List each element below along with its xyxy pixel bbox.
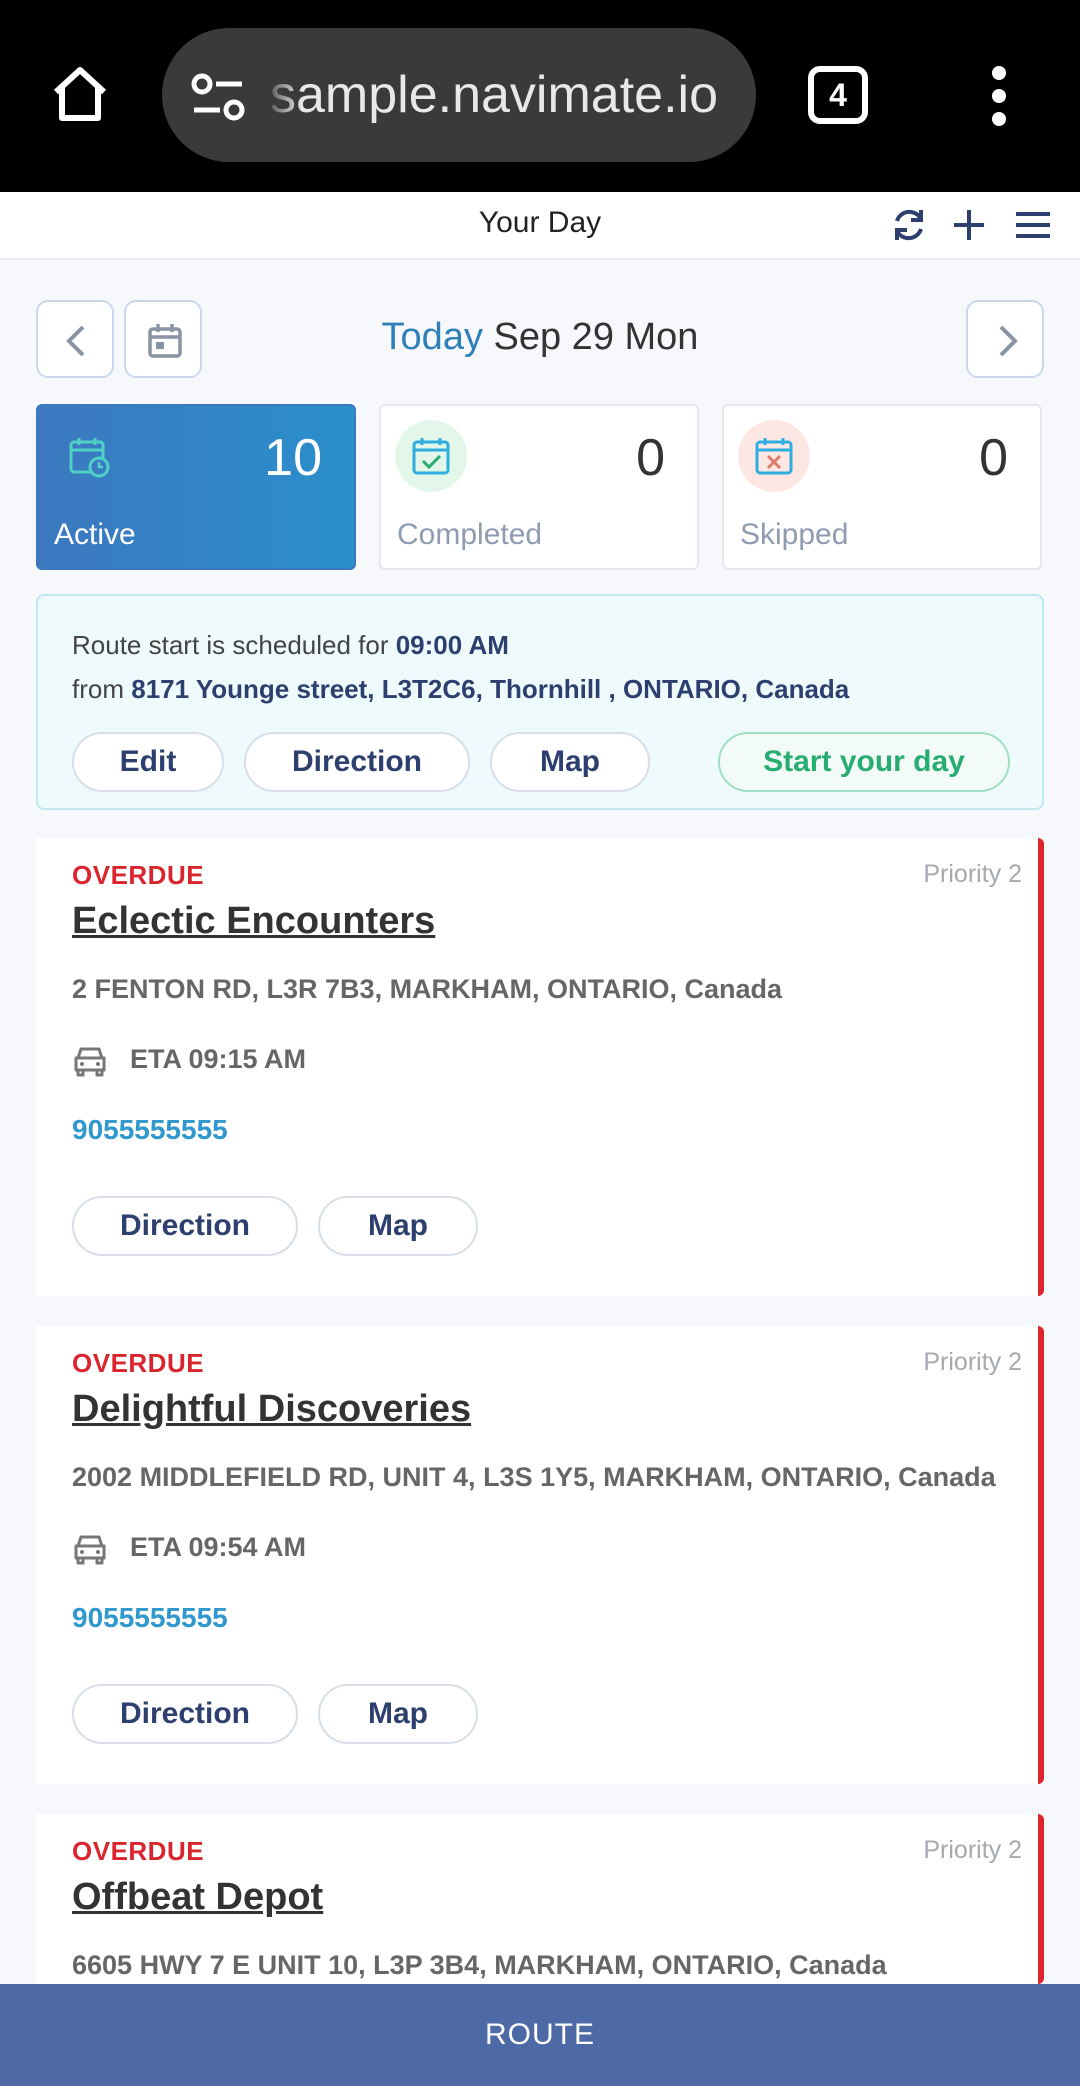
priority-label: Priority 2 (923, 1836, 1022, 1864)
eta-label: ETA 09:15 AM (130, 1044, 307, 1074)
completed-label: Completed (397, 518, 543, 551)
date-label: Sep 29 Mon (493, 316, 699, 358)
phone-link[interactable]: 9055555555 (72, 1602, 228, 1634)
car-icon (74, 1047, 106, 1077)
direction-button[interactable]: Direction (72, 1196, 298, 1256)
browser-toolbar: sample.navimate.io 4 (0, 0, 1080, 192)
current-date: Today Sep 29 Mon (0, 316, 1080, 359)
skipped-count: 0 (979, 429, 1008, 487)
menu-icon[interactable] (1012, 204, 1054, 246)
app-header: Your Day (0, 192, 1080, 260)
refresh-icon[interactable] (888, 204, 930, 246)
route-start-time-line: Route start is scheduled for 09:00 AM (72, 630, 509, 660)
status-badge: OVERDUE (72, 1348, 205, 1378)
completed-count: 0 (636, 429, 665, 487)
route-start-panel: Route start is scheduled for 09:00 AM fr… (36, 594, 1044, 810)
car-icon (74, 1535, 106, 1565)
job-address: 2002 MIDDLEFIELD RD, UNIT 4, L3S 1Y5, MA… (72, 1462, 996, 1492)
job-address: 6605 HWY 7 E UNIT 10, L3P 3B4, MARKHAM, … (72, 1950, 887, 1980)
tab-switcher-button[interactable]: 4 (808, 66, 868, 124)
route-button[interactable]: ROUTE (0, 1984, 1080, 2086)
priority-label: Priority 2 (923, 860, 1022, 888)
edit-route-button[interactable]: Edit (72, 732, 224, 792)
job-card[interactable]: OVERDUE Priority 2 Offbeat Depot 6605 HW… (36, 1814, 1044, 1984)
address-bar[interactable]: sample.navimate.io (162, 28, 756, 162)
route-start-address: 8171 Younge street, L3T2C6, Thornhill , … (131, 674, 850, 704)
add-icon[interactable] (948, 204, 990, 246)
job-address: 2 FENTON RD, L3R 7B3, MARKHAM, ONTARIO, … (72, 974, 783, 1004)
next-day-button[interactable] (966, 300, 1044, 378)
route-start-time: 09:00 AM (395, 630, 509, 660)
url-text: sample.navimate.io (270, 66, 718, 124)
status-badge: OVERDUE (72, 1836, 205, 1866)
stat-completed[interactable]: 0 Completed (379, 404, 699, 570)
job-card[interactable]: OVERDUE Priority 2 Delightful Discoverie… (36, 1326, 1044, 1784)
active-count: 10 (264, 429, 322, 487)
calendar-x-icon (755, 438, 793, 475)
today-label: Today (381, 316, 483, 358)
calendar-check-icon (412, 438, 450, 475)
route-map-button[interactable]: Map (490, 732, 650, 792)
customer-name-link[interactable]: Eclectic Encounters (72, 900, 435, 943)
site-settings-icon[interactable] (190, 72, 246, 122)
start-your-day-button[interactable]: Start your day (718, 732, 1010, 792)
eta-label: ETA 09:54 AM (130, 1532, 307, 1562)
status-badge: OVERDUE (72, 860, 205, 890)
home-icon[interactable] (48, 62, 112, 126)
active-label: Active (54, 518, 136, 551)
customer-name-link[interactable]: Offbeat Depot (72, 1876, 323, 1919)
stat-skipped[interactable]: 0 Skipped (722, 404, 1042, 570)
customer-name-link[interactable]: Delightful Discoveries (72, 1388, 471, 1431)
route-start-address-line: from 8171 Younge street, L3T2C6, Thornhi… (72, 674, 850, 704)
phone-link[interactable]: 9055555555 (72, 1114, 228, 1146)
stat-active[interactable]: 10 Active (36, 404, 356, 570)
direction-button[interactable]: Direction (72, 1684, 298, 1744)
browser-menu-icon[interactable] (984, 66, 1014, 126)
job-card[interactable]: OVERDUE Priority 2 Eclectic Encounters 2… (36, 838, 1044, 1296)
map-button[interactable]: Map (318, 1196, 478, 1256)
skipped-label: Skipped (740, 518, 849, 551)
calendar-clock-icon (69, 438, 110, 478)
route-direction-button[interactable]: Direction (244, 732, 470, 792)
priority-label: Priority 2 (923, 1348, 1022, 1376)
chevron-right-icon (999, 325, 1018, 357)
map-button[interactable]: Map (318, 1684, 478, 1744)
